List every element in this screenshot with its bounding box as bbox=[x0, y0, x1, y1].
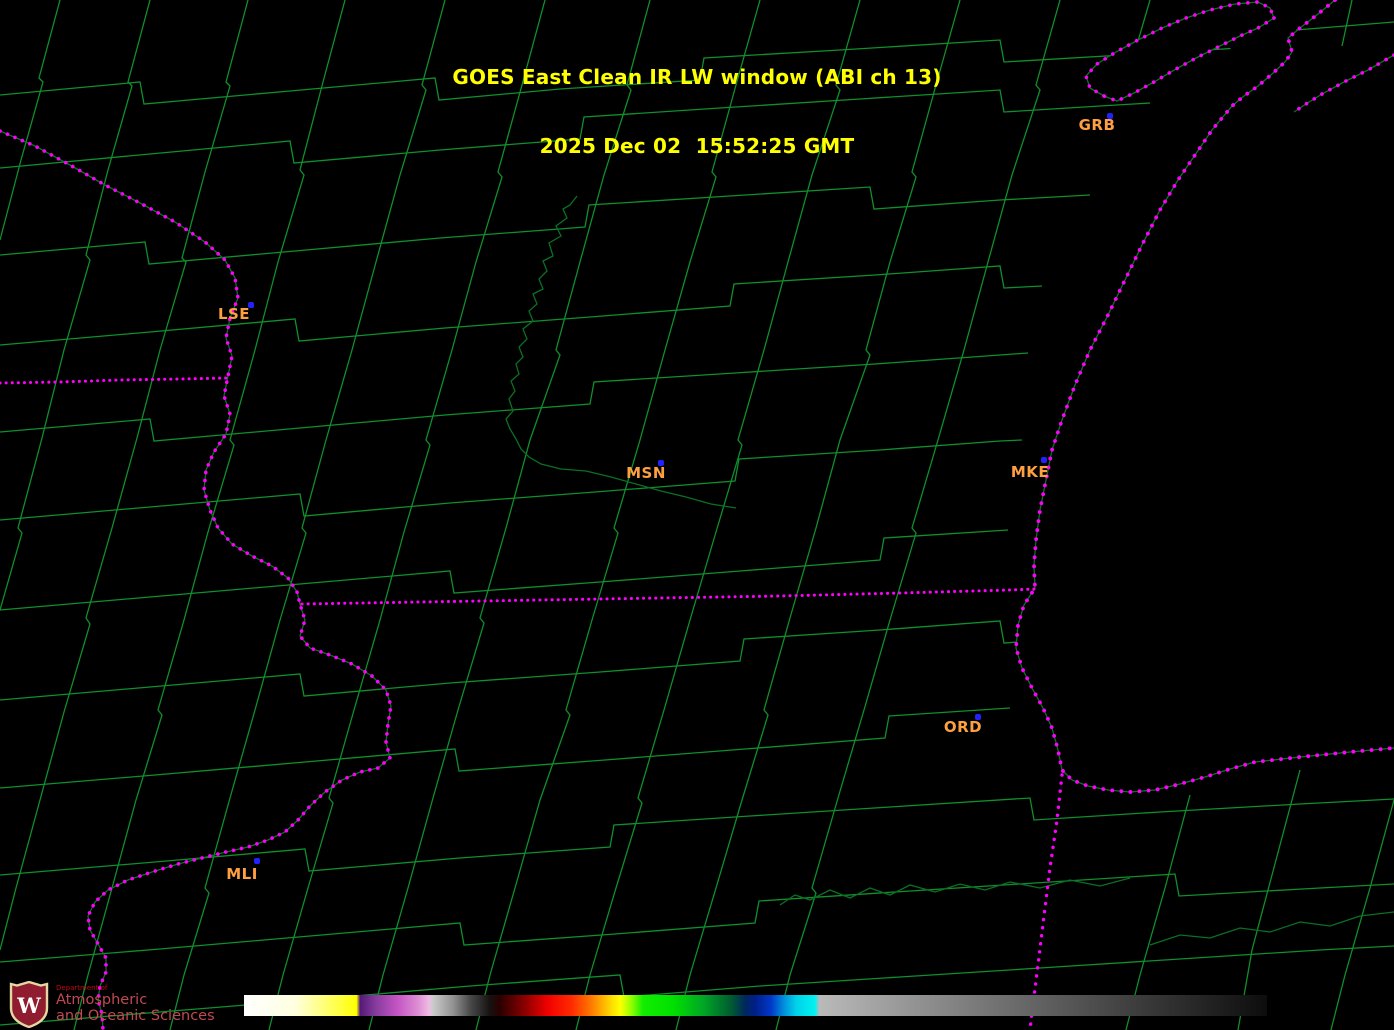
uw-aos-logo: W Department of Atmospheric and Oceanic … bbox=[8, 981, 215, 1028]
temperature-colorbar bbox=[244, 995, 1267, 1016]
logo-department-line: Department of bbox=[56, 984, 108, 993]
station-label-lse: LSE bbox=[217, 305, 251, 323]
station-label-grb: GRB bbox=[1078, 116, 1116, 134]
station-label-mli: MLI bbox=[226, 865, 258, 883]
title-line1: GOES East Clean IR LW window (ABI ch 13) bbox=[452, 65, 942, 89]
logo-name-line2: and Oceanic Sciences bbox=[56, 1007, 215, 1024]
station-label-mke: MKE bbox=[1010, 463, 1050, 481]
uw-crest-icon: W bbox=[9, 981, 49, 1028]
title-line2: 2025 Dec 02 15:52:25 GMT bbox=[539, 134, 855, 158]
image-title: GOES East Clean IR LW window (ABI ch 13)… bbox=[0, 20, 1394, 204]
logo-text: Department of Atmospheric and Oceanic Sc… bbox=[56, 984, 215, 1024]
station-marker-mli bbox=[254, 858, 260, 864]
satellite-viewer: GOES East Clean IR LW window (ABI ch 13)… bbox=[0, 0, 1394, 1030]
logo-name-line1: Atmospheric bbox=[56, 992, 148, 1009]
crest-letter: W bbox=[16, 993, 41, 1018]
station-label-ord: ORD bbox=[943, 718, 983, 736]
station-label-msn: MSN bbox=[626, 464, 666, 482]
